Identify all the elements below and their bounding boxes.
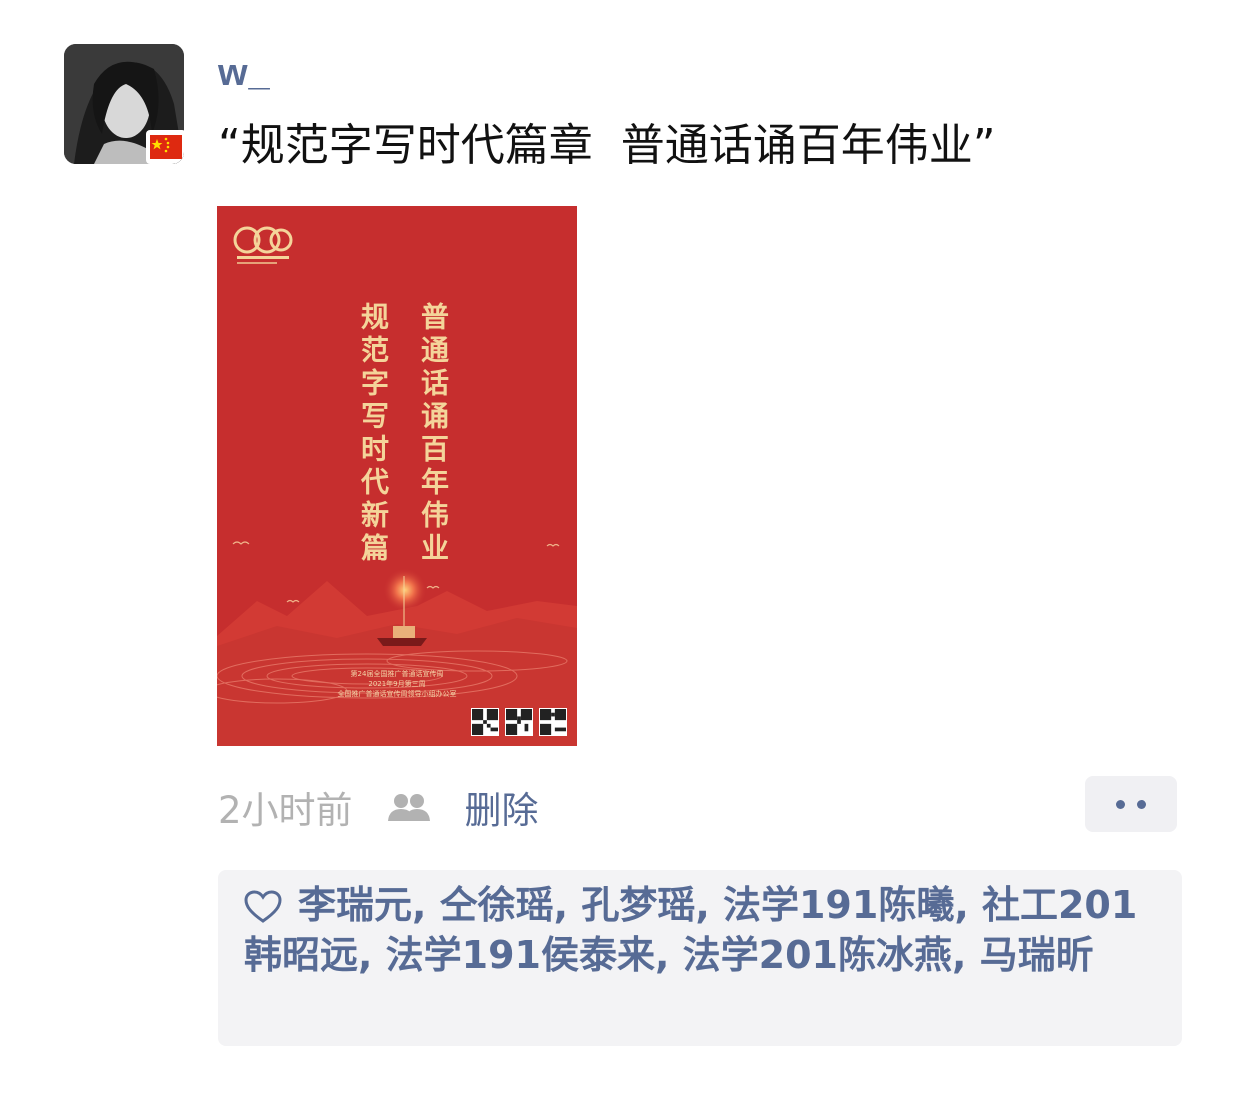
poster-caption-1: 第24届全国推广普通话宣传周: [350, 670, 444, 678]
post-text: “规范字写时代篇章 普通话诵百年伟业”: [218, 120, 996, 171]
qr-code-icon: [539, 708, 567, 736]
qr-code-icon: [505, 708, 533, 736]
poster-caption-2: 2021年9月第三周: [368, 680, 426, 688]
delete-button[interactable]: 删除: [465, 780, 539, 834]
likes-panel: 李瑞元, 仝徐瑶, 孔梦瑶, 法学191陈曦, 社工201韩昭远, 法学191侯…: [218, 870, 1182, 1046]
friends-icon[interactable]: [387, 792, 431, 822]
qr-code-icon: [471, 708, 499, 736]
flag-icon: [146, 130, 184, 164]
poster-caption-3: 全国推广普通话宣传周领导小组办公室: [337, 690, 457, 698]
poster-slogan-left: 规范字写时代新篇: [357, 302, 390, 566]
likes-list[interactable]: 李瑞元, 仝徐瑶, 孔梦瑶, 法学191陈曦, 社工201韩昭远, 法学191侯…: [244, 883, 1137, 977]
author-name[interactable]: w_: [218, 52, 271, 95]
post-time: 2小时前: [218, 789, 353, 832]
avatar[interactable]: [64, 44, 184, 164]
post-image[interactable]: 普通话诵百年伟业 规范字写时代新篇 第24届全国推广普通话宣传周 2021年9月…: [217, 206, 577, 746]
post-meta: 2小时前 删除: [218, 784, 539, 832]
poster-slogan-right: 普通话诵百年伟业: [417, 302, 450, 566]
more-button[interactable]: [1085, 776, 1177, 832]
heart-icon: [244, 890, 282, 923]
